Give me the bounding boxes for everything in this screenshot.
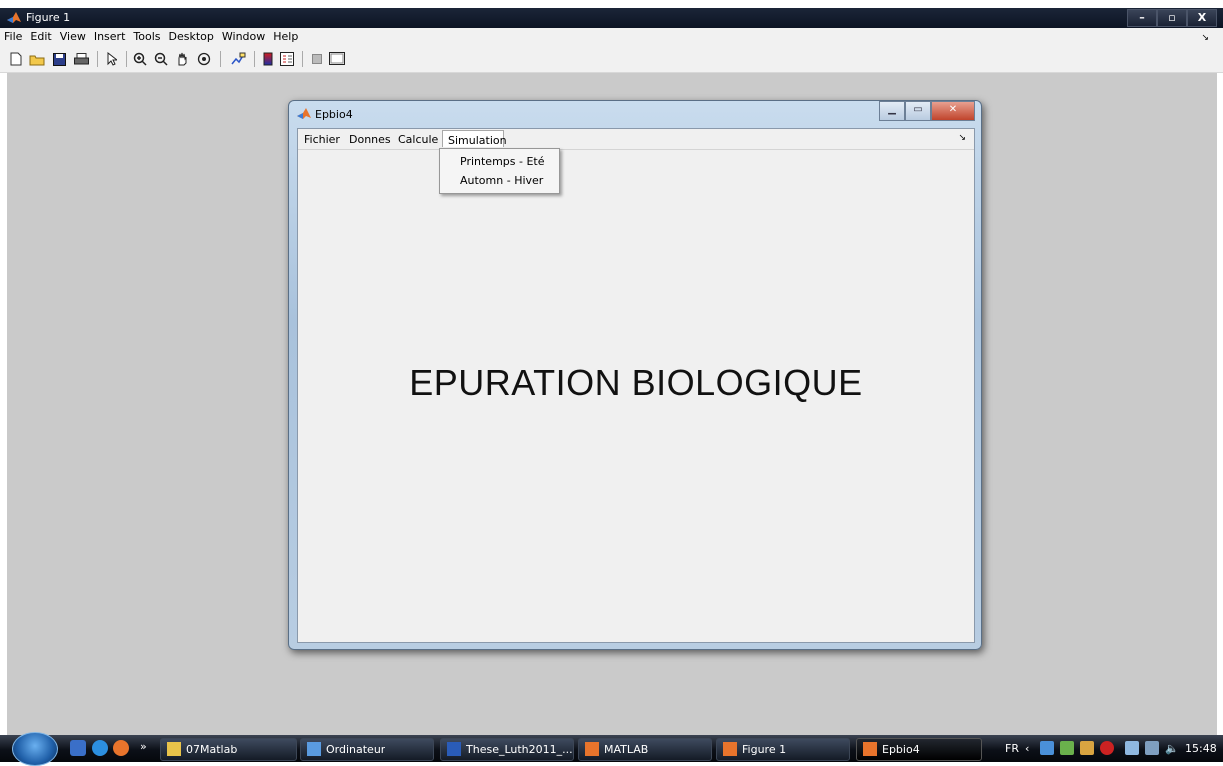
tray-app-icon[interactable] bbox=[1145, 741, 1159, 755]
figure-menu-bar: File Edit View Insert Tools Desktop Window Help… bbox=[0, 28, 1223, 46]
volume-icon[interactable]: 🔈 bbox=[1165, 742, 1179, 755]
matlab-icon bbox=[585, 742, 599, 756]
language-indicator[interactable]: FR bbox=[1005, 742, 1019, 755]
tray-app-icon[interactable] bbox=[1100, 741, 1114, 755]
menu-insert[interactable]: Insert bbox=[90, 28, 130, 43]
menu-donnes[interactable]: Donnes bbox=[349, 133, 391, 146]
dock-arrow-icon[interactable]: ↘ bbox=[1197, 31, 1213, 43]
tray-expand-icon[interactable]: ‹ bbox=[1025, 742, 1029, 755]
menu-help[interactable]: Help bbox=[269, 28, 302, 43]
toolbar-separator bbox=[220, 51, 221, 67]
network-icon[interactable] bbox=[1040, 741, 1054, 755]
close-button[interactable]: X bbox=[1187, 9, 1217, 27]
minimize-button[interactable]: – bbox=[1127, 9, 1157, 27]
menu-window[interactable]: Window bbox=[218, 28, 269, 43]
legend-icon[interactable] bbox=[279, 51, 295, 67]
save-icon[interactable] bbox=[51, 51, 67, 67]
toolbar-separator bbox=[302, 51, 303, 67]
matlab-logo-icon bbox=[297, 108, 311, 120]
system-tray: FR ‹ 🔈 15:48 bbox=[1000, 735, 1223, 762]
task-07matlab[interactable]: 07Matlab bbox=[160, 738, 297, 761]
matlab-logo-icon bbox=[7, 12, 21, 24]
colorbar-icon[interactable] bbox=[260, 51, 276, 67]
word-icon bbox=[447, 742, 461, 756]
computer-icon bbox=[307, 742, 321, 756]
task-matlab[interactable]: MATLAB bbox=[578, 738, 712, 761]
menu-simulation[interactable]: Simulation bbox=[442, 130, 507, 147]
hide-plot-tools-icon[interactable] bbox=[309, 51, 325, 67]
zoom-in-icon[interactable] bbox=[132, 51, 148, 67]
menu-desktop[interactable]: Desktop bbox=[165, 28, 218, 43]
pointer-icon[interactable] bbox=[104, 51, 120, 67]
main-heading: EPURATION BIOLOGIQUE bbox=[409, 362, 863, 403]
menu-tools[interactable]: Tools bbox=[129, 28, 164, 43]
clock[interactable]: 15:48 bbox=[1185, 742, 1217, 755]
menu-file[interactable]: File bbox=[0, 28, 26, 43]
pan-hand-icon[interactable] bbox=[174, 51, 190, 67]
menu-fichier[interactable]: Fichier bbox=[304, 133, 340, 146]
figure-window-title: Figure 1 bbox=[26, 11, 71, 24]
figure-window-title-bar[interactable]: Figure 1 – ▫ X bbox=[0, 8, 1223, 28]
show-plot-tools-icon[interactable] bbox=[329, 51, 345, 67]
close-button[interactable]: ✕ bbox=[931, 101, 975, 121]
simulation-dropdown: Printemps - Eté Automn - Hiver bbox=[439, 148, 560, 194]
toolbar-separator bbox=[254, 51, 255, 67]
internet-explorer-icon[interactable] bbox=[92, 740, 108, 756]
new-file-icon[interactable] bbox=[8, 51, 24, 67]
quicklaunch-more-icon[interactable]: » bbox=[140, 740, 147, 753]
menu-calcule[interactable]: Calcule bbox=[398, 133, 438, 146]
task-ordinateur[interactable]: Ordinateur bbox=[300, 738, 434, 761]
task-epbio4[interactable]: Epbio4 bbox=[856, 738, 982, 761]
menu-item-automn-hiver[interactable]: Automn - Hiver bbox=[460, 174, 543, 187]
task-figure-1[interactable]: Figure 1 bbox=[716, 738, 850, 761]
maximize-button[interactable]: ▭ bbox=[905, 101, 931, 121]
maximize-button[interactable]: ▫ bbox=[1157, 9, 1187, 27]
tray-app-icon[interactable] bbox=[1080, 741, 1094, 755]
epbio4-client-area: Fichier Donnes Calcule Simulation ↘ EPUR… bbox=[297, 128, 975, 643]
print-icon[interactable] bbox=[73, 51, 89, 67]
matlab-icon bbox=[723, 742, 737, 756]
dock-arrow-icon[interactable]: ↘ bbox=[958, 133, 966, 143]
figure-toolbar bbox=[0, 46, 1223, 73]
data-cursor-icon[interactable] bbox=[230, 51, 246, 67]
show-desktop-icon[interactable] bbox=[70, 740, 86, 756]
epbio4-window: Epbio4 ▁ ▭ ✕ Fichier Donnes Calcule Simu… bbox=[288, 100, 982, 650]
toolbar-separator bbox=[97, 51, 98, 67]
tray-app-icon[interactable] bbox=[1060, 741, 1074, 755]
matlab-icon bbox=[863, 742, 877, 756]
taskbar: » 07Matlab Ordinateur These_Luth2011_...… bbox=[0, 732, 1223, 766]
minimize-button[interactable]: ▁ bbox=[879, 101, 905, 121]
epbio4-window-title: Epbio4 bbox=[315, 108, 353, 121]
menu-view[interactable]: View bbox=[56, 28, 90, 43]
zoom-out-icon[interactable] bbox=[153, 51, 169, 67]
tray-app-icon[interactable] bbox=[1125, 741, 1139, 755]
menu-edit[interactable]: Edit bbox=[26, 28, 55, 43]
menu-item-printemps-ete[interactable]: Printemps - Eté bbox=[460, 155, 545, 168]
toolbar-separator bbox=[126, 51, 127, 67]
open-folder-icon[interactable] bbox=[29, 51, 45, 67]
rotate-3d-icon[interactable] bbox=[196, 51, 212, 67]
task-word-document[interactable]: These_Luth2011_... bbox=[440, 738, 574, 761]
epbio4-menu-bar: Fichier Donnes Calcule Simulation ↘ bbox=[298, 129, 974, 150]
firefox-icon[interactable] bbox=[113, 740, 129, 756]
start-button[interactable] bbox=[12, 732, 58, 766]
folder-icon bbox=[167, 742, 181, 756]
